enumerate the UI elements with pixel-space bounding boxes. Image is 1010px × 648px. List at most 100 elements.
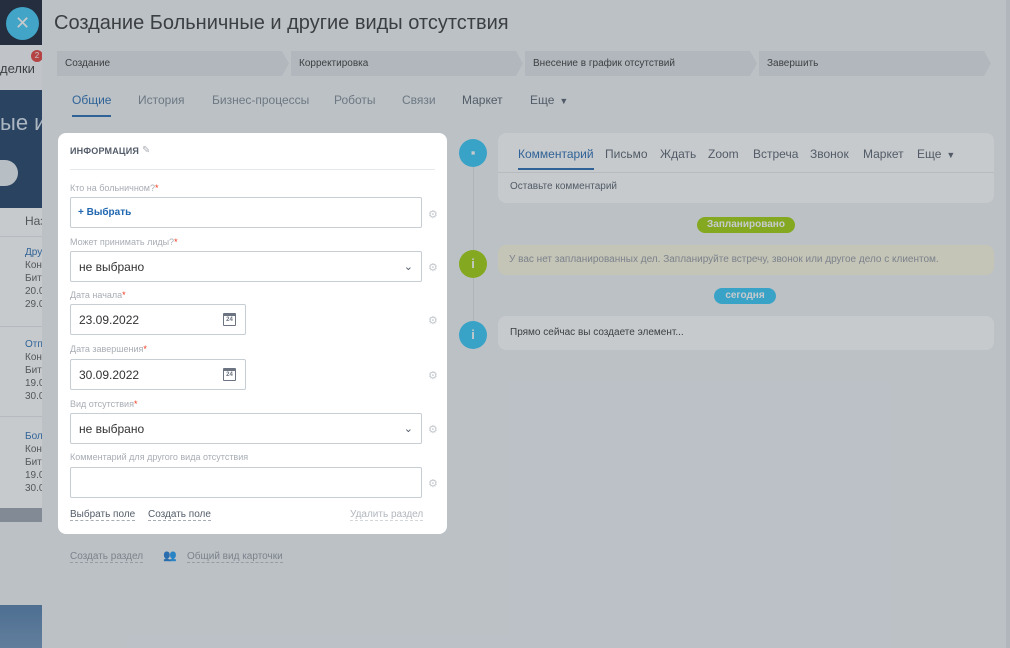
select-value: не выбрано [79, 260, 145, 274]
background-row-line: Кон [25, 444, 42, 455]
background-row-line: Кон [25, 352, 42, 363]
background-button: ок [0, 160, 18, 186]
tab-meeting[interactable]: Встреча [753, 147, 798, 161]
background-nav-label: делки [0, 61, 35, 76]
chevron-down-icon: ▼ [559, 96, 569, 106]
select-field-link[interactable]: Выбрать поле [70, 509, 136, 521]
can-take-leads-select[interactable]: не выбрано ⌄ [70, 251, 422, 282]
info-icon: i [459, 250, 487, 278]
background-row-line: Бол [25, 431, 42, 442]
gear-icon[interactable]: ⚙ [428, 477, 438, 490]
background-row-line: 29.0 [25, 299, 42, 310]
background-nav: делки 2 [0, 45, 42, 90]
required-mark: * [133, 399, 138, 409]
background-scrollbar [0, 508, 42, 522]
gear-icon[interactable]: ⚙ [428, 261, 438, 274]
date-value: 30.09.2022 [79, 368, 140, 382]
tab-more-timeline[interactable]: Еще ▼ [917, 147, 955, 161]
background-list: Наз Дру Кон Бит 20.0 29.0 Отп Кон Бит 19… [0, 208, 42, 508]
tab-wait[interactable]: Ждать [660, 147, 696, 161]
background-column-header: Наз [25, 214, 42, 228]
comment-icon: ▪ [459, 139, 487, 167]
background-page: делки 2 ые и ок Наз Дру Кон Бит 20.0 29.… [0, 0, 42, 648]
end-date-field[interactable]: 30.09.2022 24 [70, 359, 246, 390]
tab-more-label: Еще [917, 147, 942, 161]
field-label-sick-person: Кто на больничном?* [70, 183, 159, 193]
background-row-line: Бит [25, 457, 42, 468]
select-value: не выбрано [79, 422, 145, 436]
background-row-line: Кон [25, 260, 42, 271]
people-icon: 👥 [163, 550, 177, 562]
background-row: Дру Кон Бит 20.0 29.0 [25, 246, 42, 326]
tab-links[interactable]: Связи [402, 93, 436, 107]
stage-schedule[interactable]: Внесение в график отсутствий [525, 51, 757, 76]
sick-person-field[interactable]: + Выбрать [70, 197, 422, 228]
background-title: ые и [0, 110, 42, 135]
background-row-line: 20.0 [25, 286, 42, 297]
delete-section-link[interactable]: Удалить раздел [350, 509, 424, 521]
tab-robots[interactable]: Роботы [334, 93, 376, 107]
background-row: Бол Кон Бит 19.0 30.0 [25, 430, 42, 510]
background-header: ые и ок [0, 90, 42, 208]
start-date-field[interactable]: 23.09.2022 24 [70, 304, 246, 335]
timeline-editor: Комментарий Письмо Ждать Zoom Встреча Зв… [498, 133, 994, 203]
absence-type-select[interactable]: не выбрано ⌄ [70, 413, 422, 444]
create-field-link[interactable]: Создать поле [148, 509, 211, 521]
calendar-icon[interactable]: 24 [223, 313, 236, 326]
tab-history[interactable]: История [138, 93, 185, 107]
stage-create[interactable]: Создание [57, 51, 289, 76]
background-row-line: 19.0 [25, 470, 42, 481]
tab-more[interactable]: Еще ▼ [530, 93, 568, 107]
tab-email[interactable]: Письмо [605, 147, 648, 161]
gear-icon[interactable]: ⚙ [428, 208, 438, 221]
tab-more-label: Еще [530, 93, 555, 107]
field-label-other-comment: Комментарий для другого вида отсутствия [70, 452, 249, 462]
create-section-link[interactable]: Создать раздел [70, 551, 144, 563]
background-row-line: Отп [25, 339, 42, 350]
tab-business-processes[interactable]: Бизнес-процессы [212, 93, 309, 107]
field-label-can-take-leads: Может принимать лиды?* [70, 237, 178, 247]
tab-zoom[interactable]: Zoom [708, 147, 739, 161]
slider-edge [1006, 0, 1010, 648]
field-label-absence-type: Вид отсутствия* [70, 399, 137, 409]
other-comment-input[interactable] [70, 467, 422, 498]
tab-comment[interactable]: Комментарий [518, 147, 594, 170]
chevron-down-icon: ⌄ [403, 261, 413, 273]
stage-finish[interactable]: Завершить [759, 51, 991, 76]
background-row-divider [0, 326, 42, 327]
tab-call[interactable]: Звонок [810, 147, 849, 161]
page-title: Создание Больничные и другие виды отсутс… [54, 12, 509, 34]
required-mark: * [174, 237, 178, 247]
select-user-button[interactable]: + Выбрать [78, 207, 131, 218]
tab-market[interactable]: Маркет [462, 93, 503, 107]
background-row-line: 30.0 [25, 391, 42, 402]
section-title: ИНФОРМАЦИЯ [70, 146, 140, 156]
common-view-link[interactable]: Общий вид карточки [187, 551, 283, 563]
required-mark: * [155, 183, 159, 193]
background-wallpaper [0, 605, 42, 648]
stage-correction[interactable]: Корректировка [291, 51, 523, 76]
background-row-line: Бит [25, 365, 42, 376]
gear-icon[interactable]: ⚙ [428, 369, 438, 382]
label-text: Дата завершения [70, 344, 144, 354]
info-card: ИНФОРМАЦИЯ ✎ Кто на больничном?* + Выбра… [58, 133, 447, 534]
today-badge: сегодня [714, 288, 776, 304]
gear-icon[interactable]: ⚙ [428, 314, 438, 327]
close-slider-button[interactable]: ✕ [6, 7, 39, 40]
chevron-down-icon: ▼ [946, 150, 956, 160]
gear-icon[interactable]: ⚙ [428, 423, 438, 436]
pencil-icon[interactable]: ✎ [142, 145, 150, 156]
background-row-line: Дру [25, 247, 42, 258]
label-text: Вид отсутствия [70, 399, 134, 409]
tab-general[interactable]: Общие [72, 93, 112, 117]
tab-market-timeline[interactable]: Маркет [863, 147, 904, 161]
calendar-icon[interactable]: 24 [223, 368, 236, 381]
no-tasks-notice: У вас нет запланированных дел. Запланиру… [498, 245, 994, 275]
required-mark: * [122, 290, 126, 300]
card-divider [70, 169, 435, 170]
comment-input[interactable]: Оставьте комментарий [510, 181, 617, 192]
info-icon: i [459, 321, 487, 349]
background-row-line: 30.0 [25, 483, 42, 494]
required-mark: * [143, 344, 147, 354]
background-row-divider [0, 416, 42, 417]
